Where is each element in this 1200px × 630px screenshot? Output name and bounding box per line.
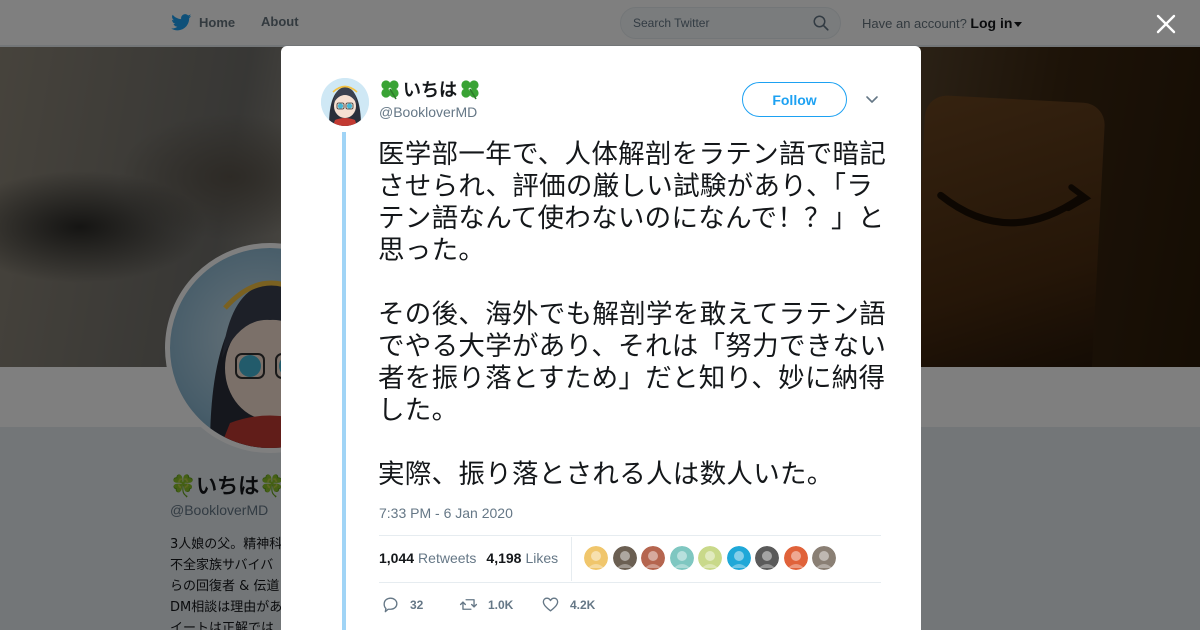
tweet-actions: 32 1.0K 4.2K bbox=[381, 595, 595, 614]
liker-avatar[interactable] bbox=[641, 546, 665, 570]
four-leaf-clover-icon bbox=[381, 80, 399, 100]
author-avatar[interactable] bbox=[321, 78, 369, 126]
likes-count: 4,198 bbox=[486, 550, 522, 566]
likes-label: Likes bbox=[525, 550, 559, 566]
retweet-button[interactable]: 1.0K bbox=[459, 595, 541, 614]
divider bbox=[379, 582, 881, 583]
author-display-name: いちは bbox=[403, 80, 457, 101]
follow-button[interactable]: Follow bbox=[742, 82, 847, 117]
liker-avatar[interactable] bbox=[669, 546, 694, 570]
four-leaf-clover-icon bbox=[461, 80, 479, 100]
retweet-icon bbox=[459, 599, 478, 610]
reply-count: 32 bbox=[410, 597, 424, 612]
like-count: 4.2K bbox=[570, 597, 596, 612]
heart-icon bbox=[542, 597, 559, 612]
liker-avatar[interactable] bbox=[612, 546, 637, 570]
author-name[interactable]: いちは bbox=[379, 76, 481, 102]
retweets-label: Retweets bbox=[418, 550, 477, 566]
tweet-modal: いちは @BookloverMD Follow 医学部一年で、人体解剖をラテン語… bbox=[281, 46, 921, 630]
divider bbox=[571, 537, 572, 581]
liker-avatar[interactable] bbox=[584, 546, 608, 570]
author-handle[interactable]: @BookloverMD bbox=[379, 104, 477, 120]
reply-icon bbox=[383, 597, 398, 613]
retweet-count: 1.0K bbox=[488, 597, 514, 612]
likers-avatars bbox=[584, 546, 836, 570]
tweet-text: 医学部一年で、人体解剖をラテン語で暗記させられ、評価の厳しい試験があり、「ラテン… bbox=[378, 139, 887, 490]
chevron-down-icon[interactable] bbox=[865, 94, 879, 106]
tweet-stats: 1,044 Retweets 4,198 Likes bbox=[379, 550, 558, 566]
tweet-timestamp[interactable]: 7:33 PM - 6 Jan 2020 bbox=[379, 505, 513, 521]
liker-avatar[interactable] bbox=[812, 546, 836, 570]
likes-stat[interactable]: 4,198 Likes bbox=[486, 550, 558, 566]
liker-avatar[interactable] bbox=[755, 546, 779, 570]
anime-avatar-icon bbox=[321, 78, 369, 126]
retweets-count: 1,044 bbox=[379, 550, 415, 566]
reply-button[interactable]: 32 bbox=[381, 595, 459, 614]
liker-avatar[interactable] bbox=[783, 546, 808, 570]
liker-avatar[interactable] bbox=[698, 546, 722, 570]
thread-line bbox=[342, 132, 346, 630]
liker-avatar[interactable] bbox=[726, 546, 751, 570]
like-button[interactable]: 4.2K bbox=[541, 595, 595, 614]
retweets-stat[interactable]: 1,044 Retweets bbox=[379, 550, 476, 566]
close-icon[interactable] bbox=[1156, 14, 1176, 34]
divider bbox=[379, 535, 881, 536]
